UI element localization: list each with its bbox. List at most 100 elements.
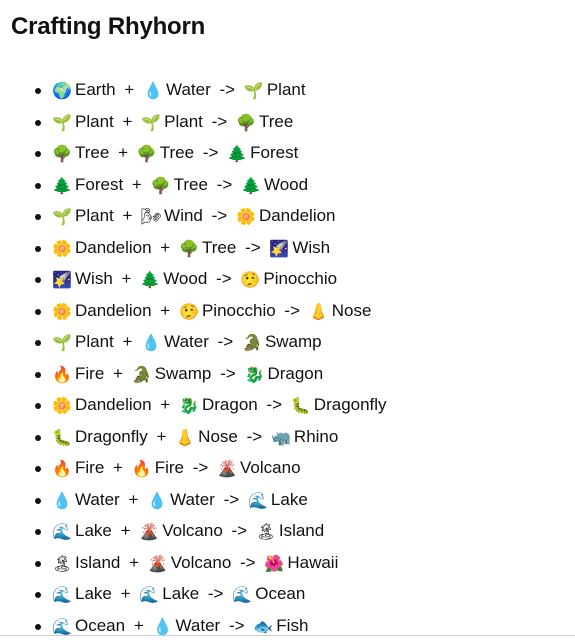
arrow-operator: ->	[266, 395, 282, 414]
arrow-operator: ->	[220, 364, 236, 383]
plus-operator: +	[118, 143, 128, 162]
arrow-operator: ->	[217, 175, 233, 194]
plus-operator: +	[129, 553, 139, 572]
hibiscus-icon: 🌺	[264, 550, 284, 578]
result-label: Rhino	[294, 427, 338, 446]
nose-icon: 👃	[309, 298, 329, 326]
volcano-icon: 🌋	[139, 518, 159, 546]
ingredient-b-label: Fire	[155, 458, 184, 477]
seedling-icon: 🌱	[141, 109, 161, 137]
plus-operator: +	[157, 427, 167, 446]
wind-face-icon: 🌬	[141, 203, 161, 231]
arrow-operator: ->	[220, 80, 236, 99]
ingredient-a-label: Lake	[75, 584, 112, 603]
recipe-list: 🌍Earth + 💧Water -> 🌱Plant 🌱Plant + 🌱Plan…	[0, 76, 387, 643]
ingredient-b-label: Swamp	[155, 364, 212, 383]
plus-operator: +	[134, 616, 144, 635]
evergreen-tree-icon: 🌲	[140, 266, 160, 294]
ingredient-b-label: Tree	[174, 175, 208, 194]
result-label: Fish	[276, 616, 308, 635]
ingredient-a-label: Forest	[75, 175, 123, 194]
arrow-operator: ->	[216, 269, 232, 288]
arrow-operator: ->	[224, 490, 240, 509]
water-wave-icon: 🌊	[232, 581, 252, 609]
recipe-item: 🌊Lake + 🌋Volcano -> 🏝Island	[52, 517, 387, 549]
result-label: Lake	[271, 490, 308, 509]
ingredient-a-label: Plant	[75, 112, 114, 131]
result-label: Plant	[267, 80, 306, 99]
plus-operator: +	[160, 238, 170, 257]
recipe-item: 💧Water + 💧Water -> 🌊Lake	[52, 486, 387, 518]
dragon-icon: 🐉	[179, 392, 199, 420]
result-label: Dandelion	[259, 206, 336, 225]
bug-caterpillar-icon: 🐛	[52, 424, 72, 452]
ingredient-a-label: Tree	[75, 143, 109, 162]
deciduous-tree-icon: 🌳	[137, 140, 157, 168]
ingredient-b-label: Lake	[162, 584, 199, 603]
ingredient-a-label: Island	[75, 553, 120, 572]
ingredient-a-label: Dandelion	[75, 238, 152, 257]
water-droplet-icon: 💧	[147, 487, 167, 515]
arrow-operator: ->	[284, 301, 300, 320]
desert-island-icon: 🏝	[256, 518, 276, 546]
crocodile-icon: 🐊	[132, 361, 152, 389]
ingredient-b-label: Wind	[164, 206, 203, 225]
water-wave-icon: 🌊	[52, 613, 72, 641]
ingredient-b-label: Water	[166, 80, 211, 99]
ingredient-b-label: Tree	[160, 143, 194, 162]
blossom-icon: 🌼	[52, 392, 72, 420]
recipe-item: 🐛Dragonfly + 👃Nose -> 🦏Rhino	[52, 423, 387, 455]
result-label: Swamp	[265, 332, 322, 351]
shooting-star-icon: 🌠	[52, 266, 72, 294]
lying-face-icon: 🤥	[240, 266, 260, 294]
recipe-item: 🌍Earth + 💧Water -> 🌱Plant	[52, 76, 387, 108]
seedling-icon: 🌱	[52, 109, 72, 137]
seedling-icon: 🌱	[52, 329, 72, 357]
bug-caterpillar-icon: 🐛	[291, 392, 311, 420]
arrow-operator: ->	[212, 112, 228, 131]
water-droplet-icon: 💧	[143, 77, 163, 105]
blossom-icon: 🌼	[236, 203, 256, 231]
recipe-item: 🌳Tree + 🌳Tree -> 🌲Forest	[52, 139, 387, 171]
ingredient-a-label: Dandelion	[75, 395, 152, 414]
recipe-item: 🌼Dandelion + 🐉Dragon -> 🐛Dragonfly	[52, 391, 387, 423]
seedling-icon: 🌱	[244, 77, 264, 105]
blossom-icon: 🌼	[52, 298, 72, 326]
plus-operator: +	[124, 80, 134, 99]
fire-icon: 🔥	[132, 455, 152, 483]
fish-icon: 🐟	[253, 613, 273, 641]
arrow-operator: ->	[208, 584, 224, 603]
arrow-operator: ->	[232, 521, 248, 540]
dragon-icon: 🐉	[244, 361, 264, 389]
ingredient-b-label: Volcano	[162, 521, 223, 540]
volcano-icon: 🌋	[148, 550, 168, 578]
ingredient-b-label: Tree	[202, 238, 236, 257]
plus-operator: +	[122, 112, 132, 131]
plus-operator: +	[113, 364, 123, 383]
ingredient-a-label: Dragonfly	[75, 427, 148, 446]
ingredient-a-label: Lake	[75, 521, 112, 540]
arrow-operator: ->	[203, 143, 219, 162]
recipe-item: 🔥Fire + 🐊Swamp -> 🐉Dragon	[52, 360, 387, 392]
water-wave-icon: 🌊	[248, 487, 268, 515]
water-droplet-icon: 💧	[52, 487, 72, 515]
result-label: Dragonfly	[314, 395, 387, 414]
recipe-item: 🌼Dandelion + 🤥Pinocchio -> 👃Nose	[52, 297, 387, 329]
recipe-item: 🌱Plant + 🌬Wind -> 🌼Dandelion	[52, 202, 387, 234]
ingredient-a-label: Water	[75, 490, 120, 509]
recipe-item: 🌼Dandelion + 🌳Tree -> 🌠Wish	[52, 234, 387, 266]
plus-operator: +	[122, 332, 132, 351]
ingredient-a-label: Earth	[75, 80, 116, 99]
ingredient-a-label: Dandelion	[75, 301, 152, 320]
plus-operator: +	[122, 206, 132, 225]
result-label: Wood	[264, 175, 308, 194]
ingredient-b-label: Nose	[198, 427, 238, 446]
result-label: Tree	[259, 112, 293, 131]
ingredient-b-label: Wood	[163, 269, 207, 288]
recipe-item: 🌲Forest + 🌳Tree -> 🌲Wood	[52, 171, 387, 203]
result-label: Hawaii	[287, 553, 338, 572]
result-label: Volcano	[240, 458, 301, 477]
ingredient-b-label: Water	[176, 616, 221, 635]
ingredient-a-label: Plant	[75, 332, 114, 351]
blossom-icon: 🌼	[52, 235, 72, 263]
